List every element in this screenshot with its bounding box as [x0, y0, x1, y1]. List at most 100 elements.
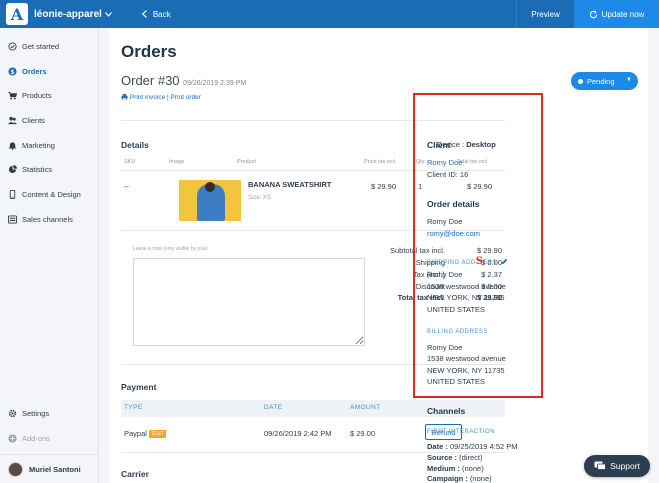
chevron-left-icon — [141, 10, 147, 18]
column-header-product: Product — [237, 159, 256, 165]
plus-circle-icon — [8, 433, 17, 443]
item-sku: -- — [124, 182, 129, 191]
test-badge: TEST — [148, 430, 166, 438]
carrier-title: Carrier — [121, 469, 149, 479]
sidebar-item-clients[interactable]: Clients — [0, 108, 98, 133]
payment-title: Payment — [121, 382, 157, 392]
chevron-down-icon — [104, 11, 112, 17]
store-selector[interactable]: léonie-apparel — [34, 9, 112, 20]
details-title: Details — [121, 140, 149, 150]
update-now-button[interactable]: Update now — [574, 0, 659, 28]
total-label: Total tax incl. — [397, 293, 445, 302]
support-label: Support — [610, 461, 640, 471]
sidebar-item-label: Marketing — [22, 140, 55, 150]
sidebar: Get started $ Orders Products Clients Ma… — [0, 28, 99, 483]
cart-icon — [8, 92, 17, 100]
order-status-dropdown[interactable]: Pending ▼ — [571, 72, 638, 90]
device-label: Device : — [437, 140, 465, 149]
divider — [121, 230, 505, 231]
subtotal-value: $ 29.90 — [476, 246, 502, 255]
sidebar-item-label: Clients — [22, 115, 45, 125]
sidebar-item-addons[interactable]: Add-ons — [0, 426, 99, 451]
print-order-link[interactable]: Print order — [171, 94, 201, 101]
item-name[interactable]: BANANA SWEATSHIRT — [248, 180, 331, 189]
preview-button[interactable]: Preview — [516, 0, 574, 28]
main-area: Orders Order #30 09/26/2019 2:39 PM Prin… — [99, 28, 659, 483]
phone-icon — [9, 189, 16, 199]
payment-table-header — [121, 400, 505, 417]
sidebar-item-marketing[interactable]: Marketing — [0, 133, 98, 158]
bell-icon — [8, 141, 17, 150]
user-menu[interactable]: Muriel Santoni — [0, 454, 99, 483]
order-date: 09/26/2019 2:39 PM — [183, 80, 247, 87]
item-size: Size: XS — [248, 195, 272, 201]
device-info: Device : Desktop — [437, 140, 496, 149]
item-price: $ 29.90 — [371, 182, 397, 191]
discount-label: Discount — [415, 282, 445, 291]
chat-icon — [594, 461, 607, 470]
status-dot-icon — [578, 78, 583, 84]
back-button[interactable]: Back — [141, 9, 171, 19]
note-label: Leave a note (only visible by you) — [133, 246, 208, 252]
dollar-icon: $ — [8, 66, 17, 75]
discount-value: - $ 0.00 — [476, 282, 502, 291]
sidebar-item-label: Sales channels — [22, 214, 73, 224]
gear-icon — [8, 409, 17, 418]
sidebar-item-products[interactable]: Products — [0, 83, 98, 108]
sidebar-item-label: Content & Design — [22, 189, 81, 199]
product-image — [179, 180, 241, 221]
grid-icon — [8, 215, 17, 224]
support-button[interactable]: Support — [584, 455, 650, 477]
divider — [121, 170, 505, 171]
payment-column-date: DATE — [264, 404, 283, 411]
sidebar-item-sales-channels[interactable]: Sales channels — [0, 207, 98, 232]
app-logo[interactable]: A — [6, 3, 28, 25]
column-header-sku: SKU — [124, 159, 136, 165]
tax-label: Tax (incl.) — [412, 270, 445, 279]
svg-text:$: $ — [11, 68, 15, 75]
chart-icon — [8, 165, 17, 174]
store-name: léonie-apparel — [34, 8, 102, 20]
column-header-price: Price tax incl. — [364, 159, 397, 165]
sidebar-item-label: Settings — [22, 408, 50, 418]
payment-date: 09/26/2019 2:42 PM — [264, 429, 332, 438]
sidebar-item-statistics[interactable]: Statistics — [0, 157, 98, 182]
payment-column-type: TYPE — [124, 404, 143, 411]
order-content: Orders Order #30 09/26/2019 2:39 PM Prin… — [109, 28, 648, 483]
order-heading: Order #30 09/26/2019 2:39 PM — [121, 73, 246, 88]
sidebar-item-label: Add-ons — [22, 433, 50, 443]
item-total: $ 29.90 — [467, 182, 493, 191]
check-circle-icon — [8, 42, 17, 51]
avatar — [8, 461, 23, 477]
subtotal-label: Subtotal tax incl. — [389, 246, 445, 255]
note-textarea[interactable] — [133, 258, 365, 346]
sidebar-item-settings[interactable]: Settings — [0, 401, 99, 426]
divider — [121, 120, 505, 121]
sidebar-item-content-design[interactable]: Content & Design — [0, 182, 98, 207]
payment-column-amount: AMOUNT — [350, 404, 381, 411]
sidebar-item-label: Products — [22, 91, 52, 101]
item-qty: 1 — [418, 182, 423, 191]
tax-value: $ 2.37 — [481, 270, 502, 279]
sidebar-item-get-started[interactable]: Get started — [0, 34, 98, 59]
page-title: Orders — [121, 42, 177, 61]
column-header-total: Total tax incl. — [457, 159, 489, 165]
back-label: Back — [152, 9, 171, 19]
total-value: $ 29.90 — [476, 293, 502, 302]
order-number: Order #30 — [121, 73, 180, 88]
status-label: Pending — [587, 76, 615, 86]
payment-type: Paypal TEST — [124, 429, 166, 438]
update-label: Update now — [601, 9, 645, 19]
payment-type-value: Paypal — [124, 429, 147, 438]
divider — [121, 364, 505, 365]
print-invoice-link[interactable]: Print invoice — [130, 94, 165, 101]
preview-label: Preview — [531, 9, 560, 19]
sidebar-item-orders[interactable]: $ Orders — [0, 59, 98, 84]
refresh-icon — [589, 9, 597, 18]
sidebar-item-label: Statistics — [22, 165, 53, 175]
users-icon — [8, 116, 17, 125]
device-value: Desktop — [466, 140, 496, 149]
refund-label: Refund — [431, 427, 456, 437]
divider — [121, 452, 505, 453]
refund-button[interactable]: Refund — [425, 424, 462, 440]
